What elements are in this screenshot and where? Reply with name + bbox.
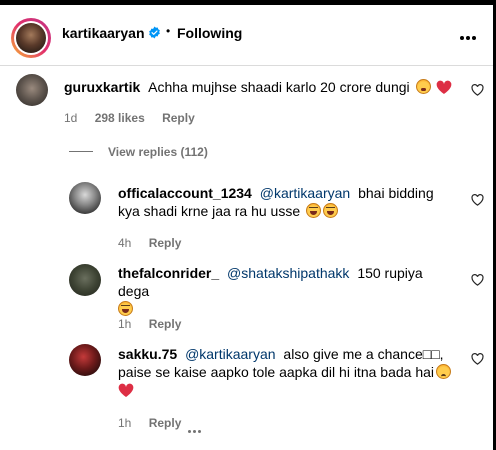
reply-username[interactable]: thefalconrider_: [118, 265, 219, 281]
comment-text: guruxkartik Achha mujhse shaadi karlo 20…: [64, 78, 464, 96]
avatar[interactable]: [16, 74, 48, 106]
reply-button[interactable]: Reply: [149, 236, 182, 250]
reply-text: thefalconrider_ @shatakshipathakk 150 ru…: [118, 264, 448, 318]
comment-username[interactable]: guruxkartik: [64, 79, 140, 95]
reply-body: also give me a chance: [283, 346, 423, 362]
reply-username[interactable]: sakku.75: [118, 346, 177, 362]
post-header: kartikaaryan • Following: [0, 5, 493, 65]
reply-button[interactable]: Reply: [149, 416, 182, 430]
missing-glyph: □□,: [422, 346, 444, 362]
following-button[interactable]: Following: [177, 25, 242, 41]
author-username[interactable]: kartikaaryan: [62, 25, 145, 41]
view-replies-button[interactable]: View replies (112): [108, 145, 208, 159]
view-replies-line: [69, 151, 93, 152]
reply-button[interactable]: Reply: [162, 111, 195, 125]
reply-time: 1h: [118, 416, 132, 430]
comment-likes[interactable]: 298 likes: [95, 111, 145, 125]
reply-text: sakku.75 @kartikaaryan also give me a ch…: [118, 345, 463, 399]
avatar[interactable]: [69, 264, 101, 296]
sad-emoji: [436, 364, 451, 379]
reply-mention[interactable]: @kartikaaryan: [260, 185, 350, 201]
more-options-icon[interactable]: [188, 420, 203, 438]
laughing-emoji: [323, 203, 338, 218]
reply-item: thefalconrider_ @shatakshipathakk 150 ru…: [0, 254, 493, 334]
reply-body-line2: paise se kaise aapko tole aapka dil hi i…: [118, 364, 434, 380]
reply-meta: 1h Reply: [118, 416, 181, 430]
reply-meta: 1h Reply: [118, 317, 181, 331]
avatar[interactable]: [69, 344, 101, 376]
heart-outline-icon[interactable]: [471, 84, 484, 96]
reply-mention[interactable]: @shatakshipathakk: [227, 265, 349, 281]
reply-item: officalaccount_1234 @kartikaaryan bhai b…: [0, 172, 493, 252]
reply-meta: 4h Reply: [118, 236, 181, 250]
reply-mention[interactable]: @kartikaaryan: [185, 346, 275, 362]
reply-time: 4h: [118, 236, 132, 250]
header-separator: •: [166, 24, 171, 38]
comment-main: guruxkartik Achha mujhse shaadi karlo 20…: [0, 66, 493, 146]
verified-badge-icon: [149, 26, 160, 39]
reply-button[interactable]: Reply: [149, 317, 182, 331]
red-heart-emoji: [437, 80, 452, 94]
heart-outline-icon[interactable]: [471, 274, 484, 286]
reply-time: 1h: [118, 317, 132, 331]
red-heart-emoji: [118, 383, 134, 397]
comment-time: 1d: [64, 111, 78, 125]
laughing-emoji: [118, 301, 133, 316]
laughing-emoji: [306, 203, 321, 218]
author-avatar[interactable]: [11, 18, 51, 58]
reply-username[interactable]: officalaccount_1234: [118, 185, 252, 201]
reply-text: officalaccount_1234 @kartikaaryan bhai b…: [118, 184, 448, 220]
avatar[interactable]: [69, 182, 101, 214]
heart-outline-icon[interactable]: [471, 194, 484, 206]
more-options-icon[interactable]: [460, 27, 478, 45]
comment-meta: 1d 298 likes Reply: [64, 111, 195, 125]
blushing-emoji: [415, 79, 431, 94]
reply-item: sakku.75 @kartikaaryan also give me a ch…: [0, 336, 493, 436]
comment-body: Achha mujhse shaadi karlo 20 crore dungi: [148, 79, 410, 95]
heart-outline-icon[interactable]: [471, 353, 484, 365]
